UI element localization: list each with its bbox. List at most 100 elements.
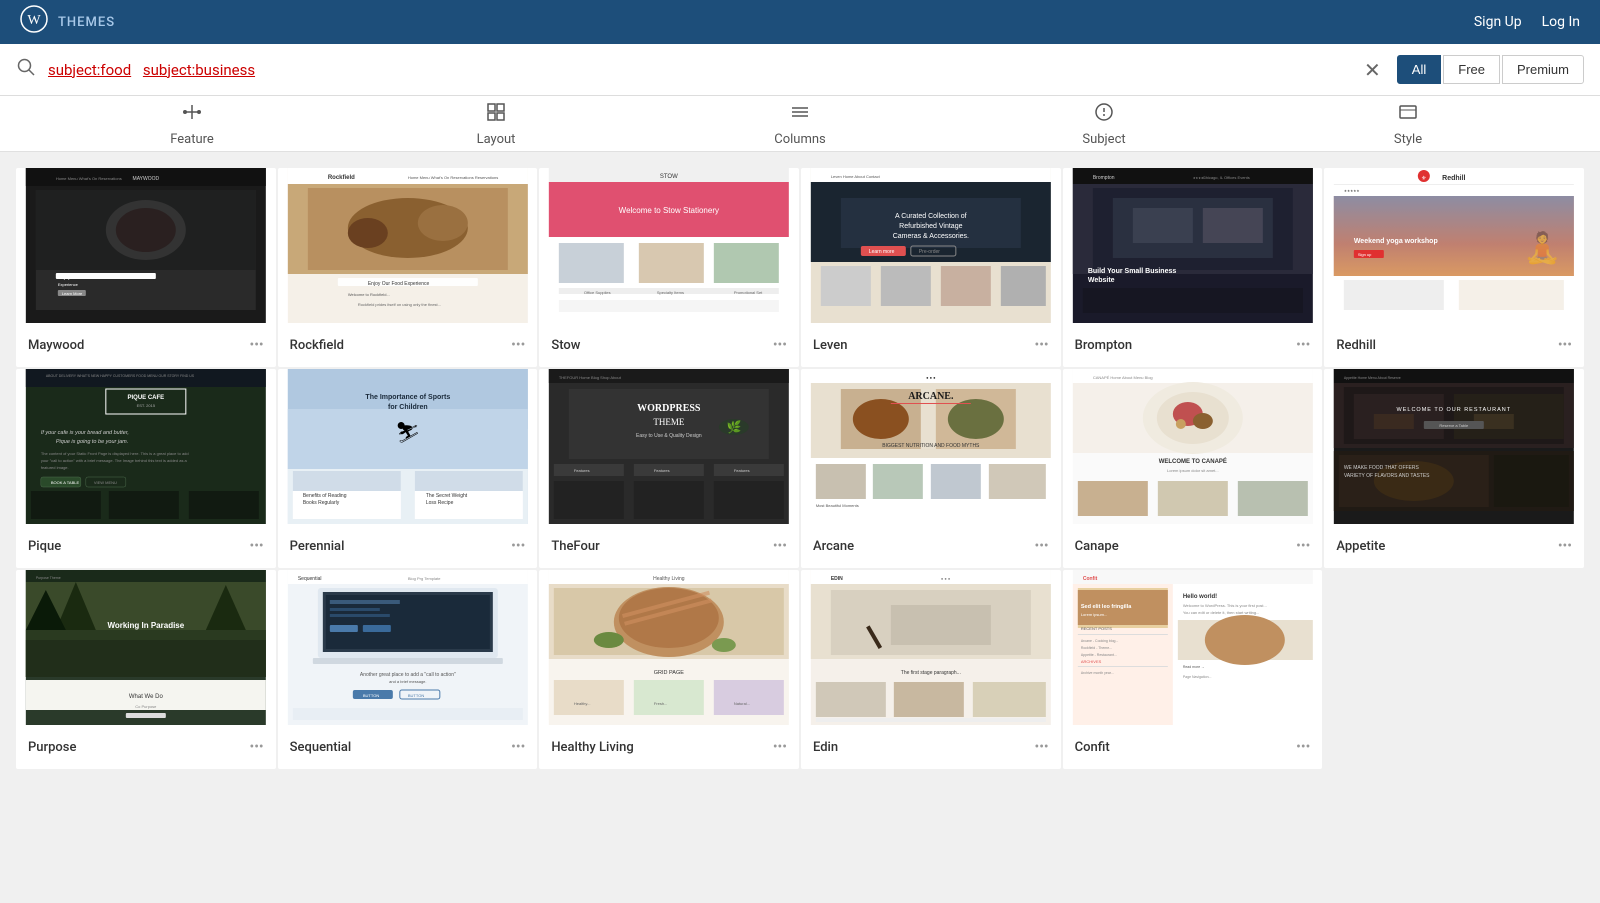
filter-premium-button[interactable]: Premium: [1502, 55, 1584, 84]
theme-name-purpose: Purpose: [28, 740, 76, 755]
svg-text:THEFOUR Home Blog Shop Abo: THEFOUR Home Blog Shop About: [559, 375, 622, 380]
theme-thumbnail-brompton: Brompton Chicago, IL Offices Events Buil…: [1063, 168, 1323, 323]
signup-link[interactable]: Sign Up: [1474, 14, 1522, 30]
theme-more-stow[interactable]: •••: [773, 337, 787, 353]
theme-card-arcane[interactable]: ● ● ● ARCANE. BIGGEST NUTRITION AND FOOD…: [801, 369, 1061, 568]
wordpress-logo: W: [20, 5, 48, 39]
theme-card-appetite[interactable]: Appetite Home Menu About Reserve WELCOME…: [1324, 369, 1584, 568]
theme-more-canape[interactable]: •••: [1296, 538, 1310, 554]
svg-text:Chicago, IL Offices Events: Chicago, IL Offices Events: [1202, 175, 1249, 180]
theme-thumbnail-confit: Confit Sed elit leo fringilla Lorem ipsu…: [1063, 570, 1323, 725]
svg-text:EDIN: EDIN: [831, 576, 843, 582]
theme-more-maywood[interactable]: •••: [249, 337, 263, 353]
svg-text:Leven Home About Contact: Leven Home About Contact: [831, 174, 881, 179]
theme-card-rockfield[interactable]: Rockfield Home Menu What's On Reservatio…: [278, 168, 538, 367]
theme-thumbnail-maywood: MAYWOOD Home Menu What's On Reservations…: [16, 168, 276, 323]
theme-thumbnail-sequential: Sequential Blog Prg Template Another gre…: [278, 570, 538, 725]
theme-more-leven[interactable]: •••: [1034, 337, 1048, 353]
theme-more-rockfield[interactable]: •••: [511, 337, 525, 353]
svg-text:Brompton: Brompton: [1092, 175, 1114, 181]
theme-more-arcane[interactable]: •••: [1034, 538, 1048, 554]
svg-text:EST. 2015: EST. 2015: [137, 403, 156, 408]
header: W THEMES Sign Up Log In: [0, 0, 1600, 44]
theme-card-canape[interactable]: CANAPÉ Home About Menu Blog WELCOME TO C…: [1063, 369, 1323, 568]
svg-text:🌿: 🌿: [727, 420, 742, 434]
svg-text:ARCHIVES: ARCHIVES: [1080, 659, 1101, 664]
search-input-display[interactable]: subject:food subject:business: [48, 61, 1348, 79]
theme-card-confit[interactable]: Confit Sed elit leo fringilla Lorem ipsu…: [1063, 570, 1323, 769]
theme-card-sequential[interactable]: Sequential Blog Prg Template Another gre…: [278, 570, 538, 769]
theme-more-thefour[interactable]: •••: [773, 538, 787, 554]
theme-more-pique[interactable]: •••: [249, 538, 263, 554]
filter-free-button[interactable]: Free: [1443, 55, 1500, 84]
theme-card-perennial[interactable]: ⛷ The Importance of Sports for Children …: [278, 369, 538, 568]
tab-layout-label: Layout: [477, 132, 516, 147]
theme-card-pique[interactable]: ABOUT DELIVERY WHAT'S NEW HAPPY CUSTOMER…: [16, 369, 276, 568]
theme-more-purpose[interactable]: •••: [249, 739, 263, 755]
theme-footer-arcane: Arcane •••: [801, 524, 1061, 568]
theme-card-edin[interactable]: EDIN ● ● ● The first stage paragraph... …: [801, 570, 1061, 769]
svg-text:Lorem ipsum dolor sit amet...: Lorem ipsum dolor sit amet...: [1167, 468, 1219, 473]
theme-more-appetite[interactable]: •••: [1558, 538, 1572, 554]
theme-card-thefour[interactable]: THEFOUR Home Blog Shop About WORDPRESS T…: [539, 369, 799, 568]
theme-card-maywood[interactable]: MAYWOOD Home Menu What's On Reservations…: [16, 168, 276, 367]
svg-text:● ● ●: ● ● ●: [941, 576, 951, 581]
svg-text:Home Menu What's On Reserva: Home Menu What's On Reservations Reserva…: [407, 175, 497, 180]
subject-icon: [1093, 101, 1115, 128]
theme-card-purpose[interactable]: Purpose Theme Working In Paradise What W…: [16, 570, 276, 769]
theme-footer-edin: Edin •••: [801, 725, 1061, 769]
theme-more-redhill[interactable]: •••: [1558, 337, 1572, 353]
tab-style-label: Style: [1394, 132, 1422, 147]
theme-more-brompton[interactable]: •••: [1296, 337, 1310, 353]
theme-card-leven[interactable]: Leven Home About Contact A Curated Colle…: [801, 168, 1061, 367]
svg-text:featured image.: featured image.: [41, 465, 69, 470]
svg-text:Confit: Confit: [1082, 576, 1097, 582]
svg-text:Welcome to Stow Stationery: Welcome to Stow Stationery: [619, 206, 719, 215]
svg-text:Loss Recipe: Loss Recipe: [425, 500, 453, 506]
theme-footer-rockfield: Rockfield •••: [278, 323, 538, 367]
svg-text:Lorem ipsum...: Lorem ipsum...: [1080, 612, 1106, 617]
svg-text:Build Your Small Business: Build Your Small Business: [1087, 268, 1176, 275]
svg-text:WELCOME TO OUR RESTAURANT: WELCOME TO OUR RESTAURANT: [1397, 407, 1512, 413]
svg-text:Healthy...: Healthy...: [574, 701, 591, 706]
svg-text:CANAPÉ Home About Menu Blo: CANAPÉ Home About Menu Blog: [1092, 375, 1152, 380]
svg-text:VIEW MENU: VIEW MENU: [94, 480, 117, 485]
svg-text:W: W: [27, 13, 41, 28]
theme-more-edin[interactable]: •••: [1034, 739, 1048, 755]
tab-feature[interactable]: Feature: [40, 101, 344, 147]
theme-card-stow[interactable]: STOW Welcome to Stow Stationery Office S…: [539, 168, 799, 367]
theme-name-thefour: TheFour: [551, 539, 599, 554]
svg-text:VARIETY OF FLAVORS AND TASTES: VARIETY OF FLAVORS AND TASTES: [1344, 473, 1430, 479]
theme-card-brompton[interactable]: Brompton Chicago, IL Offices Events Buil…: [1063, 168, 1323, 367]
svg-text:Enjoy Our Food: Enjoy Our Food: [58, 275, 93, 281]
header-left: W THEMES: [20, 5, 115, 39]
theme-more-perennial[interactable]: •••: [511, 538, 525, 554]
tab-layout[interactable]: Layout: [344, 101, 648, 147]
theme-name-perennial: Perennial: [290, 539, 345, 554]
svg-text:Healthy Living: Healthy Living: [653, 576, 685, 582]
theme-footer-appetite: Appetite •••: [1324, 524, 1584, 568]
theme-more-sequential[interactable]: •••: [511, 739, 525, 755]
svg-text:The Importance of Sports: The Importance of Sports: [365, 394, 450, 401]
theme-footer-thefour: TheFour •••: [539, 524, 799, 568]
clear-search-button[interactable]: ✕: [1360, 54, 1385, 86]
tab-style[interactable]: Style: [1256, 101, 1560, 147]
tab-feature-label: Feature: [170, 132, 214, 147]
tab-columns-label: Columns: [774, 132, 826, 147]
theme-card-healthy[interactable]: Healthy Living GRID PAGE Health: [539, 570, 799, 769]
theme-more-confit[interactable]: •••: [1296, 739, 1310, 755]
theme-thumbnail-redhill: Redhill ⚜ ★★★★★ 🧘 Weekend yoga wor: [1324, 168, 1584, 323]
svg-text:ARCANE.: ARCANE.: [908, 391, 954, 402]
svg-text:Purpose Theme: Purpose Theme: [36, 576, 61, 580]
login-link[interactable]: Log In: [1542, 14, 1580, 30]
theme-more-healthy[interactable]: •••: [773, 739, 787, 755]
theme-thumbnail-arcane: ● ● ● ARCANE. BIGGEST NUTRITION AND FOOD…: [801, 369, 1061, 524]
svg-text:● ● ●: ● ● ●: [926, 375, 936, 380]
tab-subject[interactable]: Subject: [952, 101, 1256, 147]
tab-columns[interactable]: Columns: [648, 101, 952, 147]
svg-text:Features: Features: [574, 468, 590, 473]
theme-footer-stow: Stow •••: [539, 323, 799, 367]
theme-card-redhill[interactable]: Redhill ⚜ ★★★★★ 🧘 Weekend yoga wor: [1324, 168, 1584, 367]
theme-footer-leven: Leven •••: [801, 323, 1061, 367]
filter-all-button[interactable]: All: [1397, 55, 1441, 84]
